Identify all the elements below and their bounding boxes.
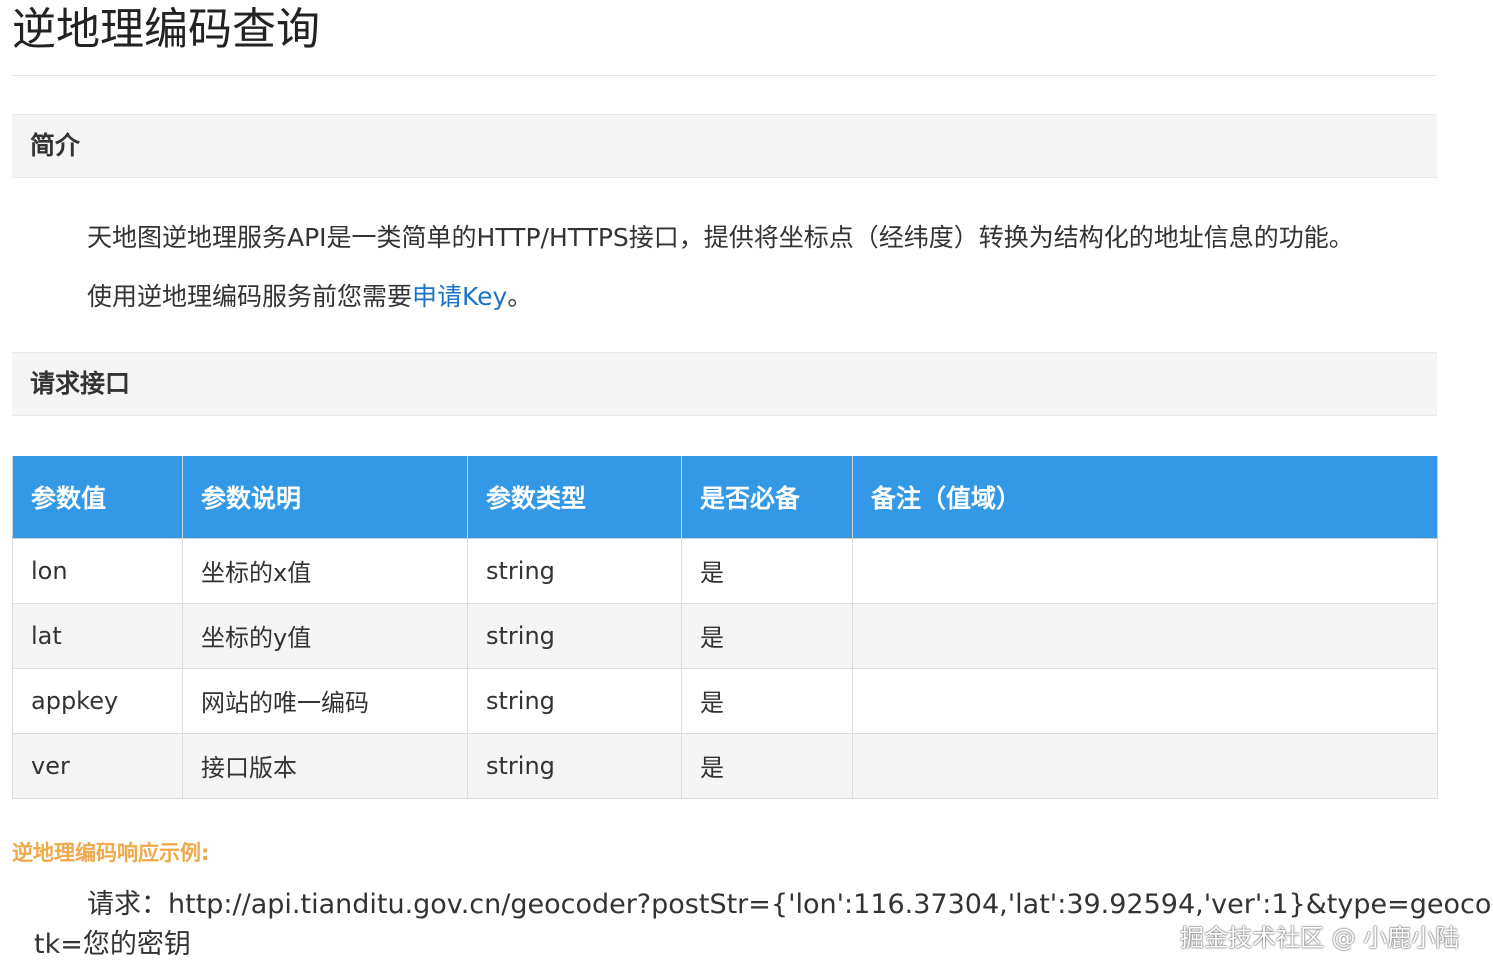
cell-remarks <box>852 602 1438 669</box>
cell-remarks <box>852 732 1438 799</box>
example-request-url: 请求：http://api.tianditu.gov.cn/geocoder?p… <box>87 889 1493 920</box>
table-row: lat 坐标的y值 string 是 <box>12 602 1438 669</box>
cell-required: 是 <box>681 602 853 669</box>
cell-required: 是 <box>681 732 853 799</box>
watermark: 掘金技术社区 @ 小鹿小陆 <box>1180 924 1460 952</box>
cell-remarks <box>852 667 1438 734</box>
cell-param-type: string <box>467 537 682 604</box>
cell-param-description: 坐标的y值 <box>182 602 468 669</box>
page-title: 逆地理编码查询 <box>12 4 320 55</box>
cell-param-value: ver <box>12 732 183 799</box>
table-row: ver 接口版本 string 是 <box>12 732 1438 799</box>
header-param-type: 参数类型 <box>467 456 682 539</box>
cell-param-type: string <box>467 732 682 799</box>
cell-param-description: 网站的唯一编码 <box>182 667 468 734</box>
cell-param-description: 坐标的x值 <box>182 537 468 604</box>
table-row: lon 坐标的x值 string 是 <box>12 537 1438 604</box>
apply-key-link[interactable]: 申请Key <box>412 282 507 311</box>
header-param-description: 参数说明 <box>182 456 468 539</box>
cell-param-description: 接口版本 <box>182 732 468 799</box>
cell-required: 是 <box>681 537 853 604</box>
example-request-url-continued: tk=您的密钥 <box>34 929 191 960</box>
key-note-suffix: 。 <box>507 282 533 311</box>
table-header-row: 参数值 参数说明 参数类型 是否必备 备注（值域） <box>12 456 1438 539</box>
request-heading: 请求接口 <box>30 369 131 398</box>
cell-param-value: appkey <box>12 667 183 734</box>
table-row: appkey 网站的唯一编码 string 是 <box>12 667 1438 734</box>
header-remarks: 备注（值域） <box>852 456 1438 539</box>
cell-param-value: lon <box>12 537 183 604</box>
title-divider <box>12 75 1437 76</box>
cell-param-type: string <box>467 667 682 734</box>
cell-param-value: lat <box>12 602 183 669</box>
params-table: 参数值 参数说明 参数类型 是否必备 备注（值域） lon 坐标的x值 stri… <box>12 456 1438 799</box>
intro-description: 天地图逆地理服务API是一类简单的HTTP/HTTPS接口，提供将坐标点（经纬度… <box>87 223 1354 252</box>
request-section-header: 请求接口 <box>12 352 1437 416</box>
cell-param-type: string <box>467 602 682 669</box>
example-heading: 逆地理编码响应示例: <box>12 841 210 865</box>
key-note-prefix: 使用逆地理编码服务前您需要 <box>87 282 413 311</box>
header-required: 是否必备 <box>681 456 853 539</box>
intro-section-header: 简介 <box>12 114 1437 178</box>
intro-heading: 简介 <box>30 131 81 160</box>
intro-key-note: 使用逆地理编码服务前您需要申请Key。 <box>87 280 532 314</box>
cell-remarks <box>852 537 1438 604</box>
header-param-value: 参数值 <box>12 456 183 539</box>
cell-required: 是 <box>681 667 853 734</box>
